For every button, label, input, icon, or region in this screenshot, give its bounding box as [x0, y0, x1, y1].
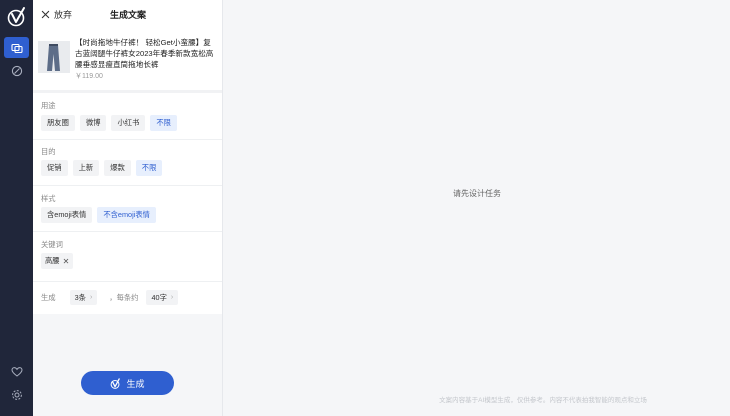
empty-state-text: 请先设计任务: [453, 189, 501, 198]
product-thumbnail: [38, 41, 70, 73]
generate-settings: 生成 3条 › ，每条约 40字 ›: [41, 290, 179, 305]
config-panel: 放弃 生成文案 【时尚拖地牛仔裤！ 轻松Get小蛮腰】复古蓝阔腿牛仔裤女2023…: [33, 0, 222, 416]
chevron-right-icon: ›: [170, 294, 174, 301]
rail-design-button[interactable]: [4, 60, 29, 81]
divider: [33, 185, 222, 186]
divider: [33, 281, 222, 282]
discard-label: 放弃: [54, 10, 73, 20]
count-select[interactable]: 3条 ›: [69, 290, 98, 305]
rail-favorites-button[interactable]: [4, 361, 29, 382]
rail-settings-button[interactable]: [4, 384, 29, 405]
usage-option-weibo[interactable]: 微博: [79, 115, 107, 131]
usage-options: 朋友圈 微博 小红书 不限: [41, 115, 177, 131]
design-icon: [11, 65, 22, 76]
ai-disclaimer: 文案内容基于AI模型生成，仅供参考。内容不代表拍我智能的观点和立场: [439, 397, 647, 404]
usage-option-xiaohongshu[interactable]: 小红书: [111, 115, 146, 131]
purpose-label: 目的: [41, 147, 56, 156]
result-area: 请先设计任务 文案内容基于AI模型生成，仅供参考。内容不代表拍我智能的观点和立场: [222, 0, 730, 416]
heart-icon: [10, 366, 23, 377]
logo-icon: [7, 6, 27, 28]
style-options: 含emoji表情 不含emoji表情: [41, 207, 156, 223]
length-value: 40字: [151, 292, 167, 302]
nav-rail: [0, 0, 33, 416]
product-price: ￥119.00: [75, 73, 103, 80]
usage-option-moments[interactable]: 朋友圈: [41, 115, 75, 131]
length-select[interactable]: 40字 ›: [146, 290, 179, 305]
discard-button[interactable]: 放弃: [41, 8, 72, 21]
purpose-option-any[interactable]: 不限: [135, 160, 163, 176]
product-card: 【时尚拖地牛仔裤！ 轻松Get小蛮腰】复古蓝阔腿牛仔裤女2023年春季新款宽松高…: [33, 30, 222, 90]
generate-label: 生成: [41, 292, 56, 302]
product-title: 【时尚拖地牛仔裤！ 轻松Get小蛮腰】复古蓝阔腿牛仔裤女2023年春季新款宽松高…: [75, 38, 214, 69]
count-value: 3条: [74, 292, 86, 302]
keyword-tag-label: 高腰: [45, 256, 60, 265]
chevron-right-icon: ›: [89, 294, 93, 301]
style-label: 样式: [41, 194, 56, 203]
close-icon: [41, 10, 50, 19]
style-option-no-emoji[interactable]: 不含emoji表情: [97, 207, 156, 223]
purpose-options: 促销 上新 爆款 不限: [41, 160, 163, 176]
panel-title: 生成文案: [109, 10, 146, 20]
settings-icon: [11, 389, 22, 400]
panel-header: 放弃 生成文案: [33, 0, 222, 30]
purpose-option-bestseller[interactable]: 爆款: [104, 160, 131, 176]
per-item-label: ，每条约: [109, 292, 139, 302]
divider: [33, 231, 222, 232]
keyword-tag[interactable]: 高腰 ✕: [41, 253, 74, 269]
rail-copywriting-button[interactable]: [4, 37, 29, 58]
remove-tag-icon[interactable]: ✕: [63, 257, 70, 266]
usage-label: 用途: [41, 101, 56, 110]
generate-button-label: 生成: [126, 378, 145, 389]
logo-icon: [111, 377, 121, 389]
divider: [33, 139, 222, 140]
purpose-option-promotion[interactable]: 促销: [41, 160, 68, 176]
usage-option-any[interactable]: 不限: [150, 115, 177, 131]
divider: [33, 90, 222, 93]
style-option-with-emoji[interactable]: 含emoji表情: [41, 207, 93, 223]
keywords-label: 关键词: [41, 240, 63, 249]
keyword-tags: 高腰 ✕: [41, 253, 74, 269]
copywriting-icon: [10, 43, 23, 53]
purpose-option-new-arrival[interactable]: 上新: [72, 160, 100, 176]
generate-button[interactable]: 生成: [81, 371, 174, 395]
panel-footer: [33, 314, 222, 416]
